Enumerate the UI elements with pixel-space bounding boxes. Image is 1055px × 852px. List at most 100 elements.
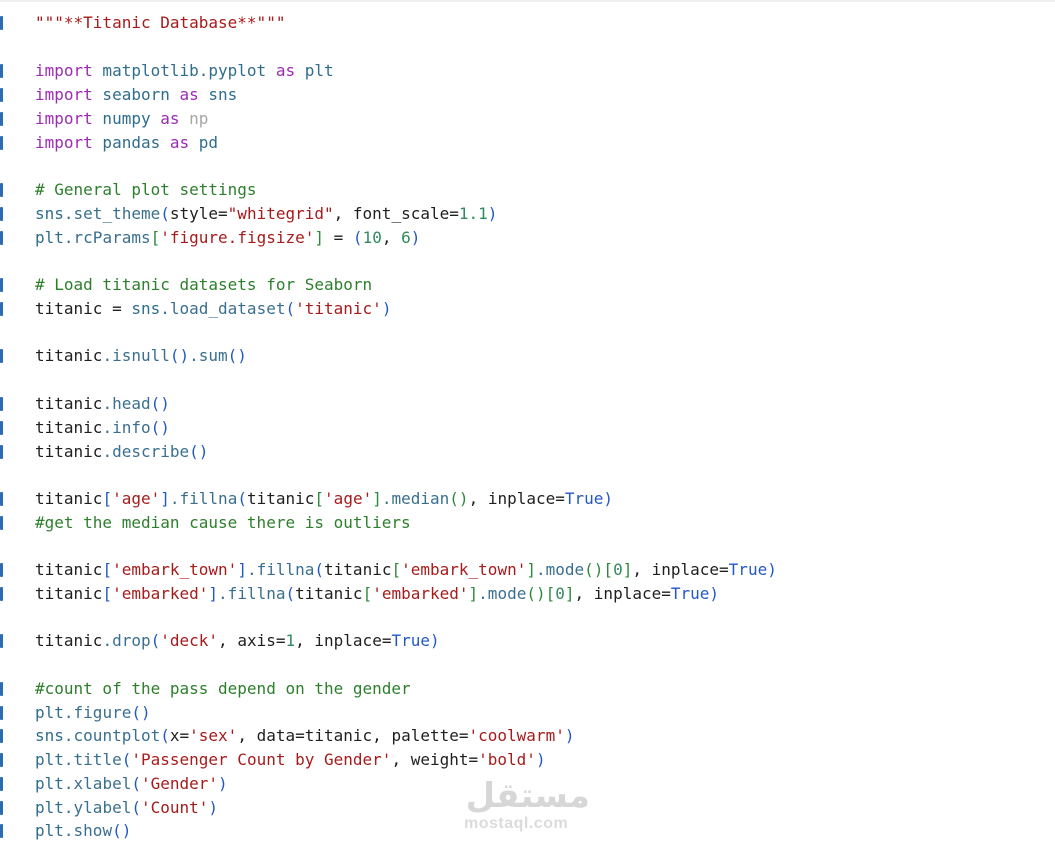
code-line[interactable]: import seaborn as sns [35, 83, 237, 107]
code-line[interactable]: titanic['embarked'].fillna(titanic['emba… [35, 582, 719, 606]
gutter-marker [0, 587, 3, 601]
code-token: [ [545, 584, 556, 603]
code-token: [ [102, 489, 113, 508]
code-line[interactable]: titanic['age'].fillna(titanic['age'].med… [35, 487, 613, 511]
code-token: ) [410, 228, 421, 247]
code-token: 0 [555, 584, 565, 603]
code-line[interactable]: #get the median cause there is outliers [35, 511, 411, 535]
code-editor[interactable]: """**Titanic Database**""" import matplot… [0, 0, 1055, 852]
code-token: , font_scale= [333, 204, 459, 223]
code-token: .fillna [218, 584, 286, 603]
code-token: .load_dataset [160, 299, 286, 318]
code-token: as [160, 109, 180, 128]
code-line[interactable]: plt.show() [35, 819, 131, 843]
code-token: sns [35, 726, 64, 745]
code-token: ] [237, 560, 247, 579]
code-line[interactable]: import numpy as np [35, 107, 208, 131]
code-token: ) [218, 774, 228, 793]
code-token: ) [535, 750, 546, 769]
code-token: .isnull [102, 346, 170, 365]
code-token: .countplot [63, 726, 161, 745]
code-token: titanic [35, 631, 103, 650]
gutter-marker [0, 777, 3, 791]
code-token: 'Gender' [140, 774, 219, 793]
code-token: () [227, 346, 247, 365]
code-line[interactable]: sns.countplot(x='sex', data=titanic, pal… [35, 724, 574, 748]
code-line[interactable]: titanic = sns.load_dataset('titanic') [35, 297, 391, 321]
code-token: () [584, 560, 604, 579]
code-line[interactable]: plt.rcParams['figure.figsize'] = (10, 6) [35, 226, 420, 250]
code-token: () [150, 394, 170, 413]
gutter-marker [0, 64, 3, 78]
gutter-marker [0, 183, 3, 197]
code-line[interactable]: titanic.isnull().sum() [35, 344, 247, 368]
code-token: ) [564, 726, 575, 745]
code-token: .title [63, 750, 122, 769]
code-token: [ [391, 560, 402, 579]
gutter-marker [0, 88, 3, 102]
code-token: .xlabel [63, 774, 132, 793]
code-token: plt [35, 703, 64, 722]
code-line[interactable]: plt.ylabel('Count') [35, 796, 218, 820]
code-token: 'titanic' [295, 299, 382, 318]
code-line[interactable]: plt.title('Passenger Count by Gender', w… [35, 748, 546, 772]
code-token: ] [622, 560, 633, 579]
mostaql-watermark: مستقل mostaql.com [462, 775, 602, 839]
code-line[interactable]: sns.set_theme(style="whitegrid", font_sc… [35, 202, 497, 226]
editor-top-border [0, 0, 1055, 2]
code-token: ] [160, 489, 170, 508]
code-token: .drop [102, 631, 151, 650]
code-token: titanic [246, 489, 315, 508]
code-token: 'embarked' [112, 584, 209, 603]
code-token: plt [35, 774, 64, 793]
code-token: #count of the pass depend on the gender [35, 679, 411, 698]
code-token: .show [63, 821, 113, 840]
code-line[interactable]: titanic.info() [35, 416, 170, 440]
code-line[interactable]: # General plot settings [35, 178, 257, 202]
code-token: True [564, 489, 604, 508]
code-token: 'deck' [160, 631, 219, 650]
code-token: .rcParams [63, 228, 151, 247]
watermark-logo-text: مستقل [466, 776, 590, 816]
code-token: [ [314, 489, 325, 508]
code-token: titanic [35, 442, 103, 461]
code-token: ] [208, 584, 219, 603]
code-line[interactable]: titanic.head() [35, 392, 170, 416]
code-line[interactable]: import pandas as pd [35, 131, 218, 155]
code-line[interactable]: titanic.describe() [35, 440, 208, 464]
code-token: plt [35, 821, 64, 840]
code-line[interactable]: # Load titanic datasets for Seaborn [35, 273, 372, 297]
gutter-marker [0, 729, 3, 743]
code-token: ] [564, 584, 575, 603]
code-token: sns [198, 85, 238, 104]
code-token: True [391, 631, 430, 650]
code-token: plt [35, 750, 64, 769]
code-token: ( [160, 726, 170, 745]
gutter-marker [0, 682, 3, 696]
code-token: ] [468, 584, 479, 603]
code-line[interactable]: """**Titanic Database**""" [35, 11, 285, 35]
gutter-marker [0, 706, 3, 720]
code-line[interactable]: import matplotlib.pyplot as plt [35, 59, 334, 83]
code-token: 'embark_town' [112, 560, 238, 579]
code-line[interactable]: #count of the pass depend on the gender [35, 677, 411, 701]
code-line[interactable]: titanic.drop('deck', axis=1, inplace=Tru… [35, 629, 440, 653]
code-line[interactable]: titanic['embark_town'].fillna(titanic['e… [35, 558, 777, 582]
code-line[interactable]: plt.figure() [35, 701, 151, 725]
code-token: 'Passenger Count by Gender' [131, 750, 392, 769]
watermark-domain: mostaql.com [464, 815, 569, 832]
code-token: ) [487, 204, 498, 223]
code-token: , inplace= [632, 560, 729, 579]
code-token: 'figure.figsize' [160, 228, 315, 247]
gutter-marker [0, 492, 3, 506]
code-token: 10 [362, 228, 382, 247]
code-token: ) [603, 489, 614, 508]
code-token: 1 [285, 631, 296, 650]
gutter-marker [0, 563, 3, 577]
code-token: ( [121, 750, 132, 769]
gutter-marker [0, 397, 3, 411]
code-token: seaborn [92, 85, 180, 104]
code-line[interactable]: plt.xlabel('Gender') [35, 772, 228, 796]
code-token: , inplace= [574, 584, 671, 603]
code-token: 'age' [112, 489, 161, 508]
